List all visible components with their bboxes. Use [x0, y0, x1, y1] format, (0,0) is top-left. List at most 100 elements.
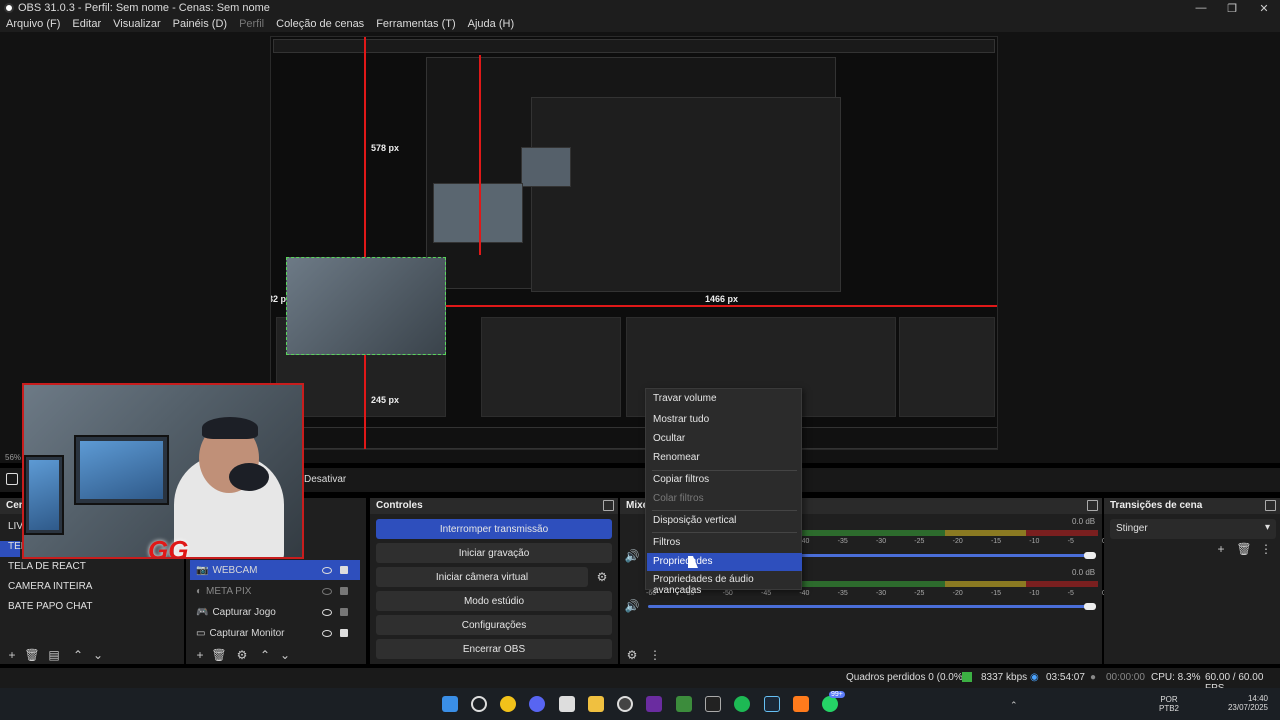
move-down-icon[interactable]: ⌄	[92, 648, 104, 662]
add-scene-icon[interactable]: +	[6, 648, 18, 662]
undock-icon[interactable]	[1265, 500, 1276, 511]
speaker-icon[interactable]: 🔊	[625, 549, 640, 563]
studio-mode-button[interactable]: Modo estúdio	[376, 591, 612, 611]
add-transition-icon[interactable]: +	[1215, 542, 1227, 556]
nested-dock-controls	[481, 317, 621, 417]
move-down-icon[interactable]: ⌄	[279, 648, 291, 662]
menu-item-properties[interactable]: Propriedades	[647, 553, 802, 571]
volume-knob-2[interactable]	[1084, 603, 1096, 610]
status-bar: Quadros perdidos 0 (0.0%) 8337 kbps ◉ 03…	[0, 668, 1280, 694]
obs-taskbar-icon[interactable]	[617, 696, 633, 712]
tray-chevron-icon[interactable]: ⌃	[1010, 700, 1018, 711]
windows-start-icon[interactable]	[442, 696, 458, 712]
deactivate-button[interactable]: Desativar	[304, 474, 346, 485]
store-icon[interactable]	[559, 696, 575, 712]
menu-item-filters[interactable]: Filtros	[647, 534, 802, 552]
visual-studio-icon[interactable]	[646, 696, 662, 712]
remove-transition-icon[interactable]: 🗑	[1236, 542, 1251, 556]
chrome-icon[interactable]	[500, 696, 516, 712]
source-settings-icon[interactable]: ⚙	[236, 648, 248, 662]
lock-icon[interactable]	[340, 608, 348, 616]
mixer-settings-icon[interactable]: ⚙	[626, 648, 638, 662]
source-row[interactable]: 🎮 Capturar Jogo	[190, 602, 360, 622]
hidden-icon[interactable]	[322, 587, 332, 595]
menu-file[interactable]: Arquivo (F)	[0, 18, 66, 30]
selected-source-outline[interactable]	[286, 257, 446, 355]
start-recording-button[interactable]: Iniciar gravação	[376, 543, 612, 563]
add-source-icon[interactable]: +	[194, 648, 206, 662]
menu-item-advanced-audio[interactable]: Propriedades de áudio avançadas	[647, 571, 802, 596]
visibility-icon[interactable]	[322, 629, 332, 637]
lock-icon[interactable]	[340, 566, 348, 574]
affinity-icon[interactable]	[793, 696, 809, 712]
stream-time: 03:54:07	[1046, 672, 1085, 683]
menu-edit[interactable]: Editar	[66, 18, 107, 30]
move-up-icon[interactable]: ⌃	[259, 648, 271, 662]
menu-item-lock-volume[interactable]: Travar volume	[647, 390, 802, 408]
search-icon[interactable]	[471, 696, 487, 712]
undock-icon[interactable]	[1087, 500, 1098, 511]
menu-docks[interactable]: Painéis (D)	[167, 18, 233, 30]
visibility-icon[interactable]	[322, 608, 332, 616]
start-virtual-camera-button[interactable]: Iniciar câmera virtual	[376, 567, 588, 587]
discord-icon[interactable]	[529, 696, 545, 712]
folder-icon[interactable]	[588, 696, 604, 712]
stream-icon: ◉	[1030, 672, 1039, 683]
menu-profile[interactable]: Perfil	[233, 18, 270, 30]
filter-scene-icon[interactable]: ▤	[48, 648, 60, 662]
scene-item[interactable]: TELA DE REACT	[8, 561, 86, 572]
webcam-overlay: GG	[22, 383, 304, 559]
minimize-button[interactable]: —	[1185, 0, 1217, 16]
nested-webcam-small	[521, 147, 571, 187]
transition-select[interactable]: Stinger ▾	[1110, 519, 1276, 539]
input-language[interactable]: POR PTB2	[1158, 695, 1180, 713]
epic-games-icon[interactable]	[705, 696, 721, 712]
lock-icon[interactable]	[340, 587, 348, 595]
menu-item-show-all[interactable]: Mostrar tudo	[647, 411, 802, 429]
exit-button[interactable]: Encerrar OBS	[376, 639, 612, 659]
scene-item-selected[interactable]: TELA	[0, 541, 33, 557]
move-up-icon[interactable]: ⌃	[72, 648, 84, 662]
undock-icon[interactable]	[603, 500, 614, 511]
monitor-image-side	[24, 455, 64, 535]
lock-icon[interactable]	[340, 629, 348, 637]
source-row[interactable]: ▭ Capturar Monitor	[190, 623, 360, 643]
remove-source-icon[interactable]: 🗑	[211, 648, 226, 662]
visibility-icon[interactable]	[322, 566, 332, 574]
menu-item-vertical-layout[interactable]: Disposição vertical	[647, 512, 802, 530]
menu-view[interactable]: Visualizar	[107, 18, 167, 30]
speaker-icon[interactable]: 🔊	[625, 599, 640, 613]
time: 14:40	[1247, 694, 1268, 703]
scene-item[interactable]: CAMERA INTEIRA	[8, 581, 92, 592]
menu-item-copy-filters[interactable]: Copiar filtros	[647, 471, 802, 489]
maximize-button[interactable]: ❐	[1216, 0, 1248, 16]
menu-item-rename[interactable]: Renomear	[647, 449, 802, 467]
measure-line-horizontal	[446, 305, 997, 307]
clock[interactable]: 14:40 23/07/2025	[1224, 694, 1268, 712]
settings-button[interactable]: Configurações	[376, 615, 612, 635]
whatsapp-icon[interactable]	[822, 696, 838, 712]
source-row[interactable]: 📷 WEBCAM	[190, 560, 360, 580]
stop-stream-button[interactable]: Interromper transmissão	[376, 519, 612, 539]
menu-item-hide[interactable]: Ocultar	[647, 430, 802, 448]
virtual-camera-settings-icon[interactable]: ⚙	[596, 570, 608, 584]
spotify-icon[interactable]	[734, 696, 750, 712]
camera-icon[interactable]	[6, 473, 18, 485]
menu-tools[interactable]: Ferramentas (T)	[370, 18, 461, 30]
menu-scene-collection[interactable]: Coleção de cenas	[270, 18, 370, 30]
volume-slider-2[interactable]	[648, 605, 1093, 608]
transition-menu-icon[interactable]: ⋮	[1260, 542, 1272, 556]
signal-icon	[962, 672, 972, 682]
menu-item-paste-filters: Colar filtros	[653, 493, 704, 504]
menu-separator	[652, 532, 797, 533]
steam-icon[interactable]	[764, 696, 780, 712]
source-row[interactable]: ◐ META PIX	[190, 581, 360, 601]
close-button[interactable]: ✕	[1248, 0, 1280, 16]
volume-knob-1[interactable]	[1084, 552, 1096, 559]
remove-scene-icon[interactable]: 🗑	[24, 648, 39, 662]
scene-item[interactable]: BATE PAPO CHAT	[8, 601, 92, 612]
mixer-menu-icon[interactable]: ⋮	[649, 648, 661, 662]
minecraft-icon[interactable]	[676, 696, 692, 712]
preview-canvas[interactable]: 578 px 1466 px 32 px 245 px	[270, 36, 998, 450]
menu-help[interactable]: Ajuda (H)	[462, 18, 520, 30]
